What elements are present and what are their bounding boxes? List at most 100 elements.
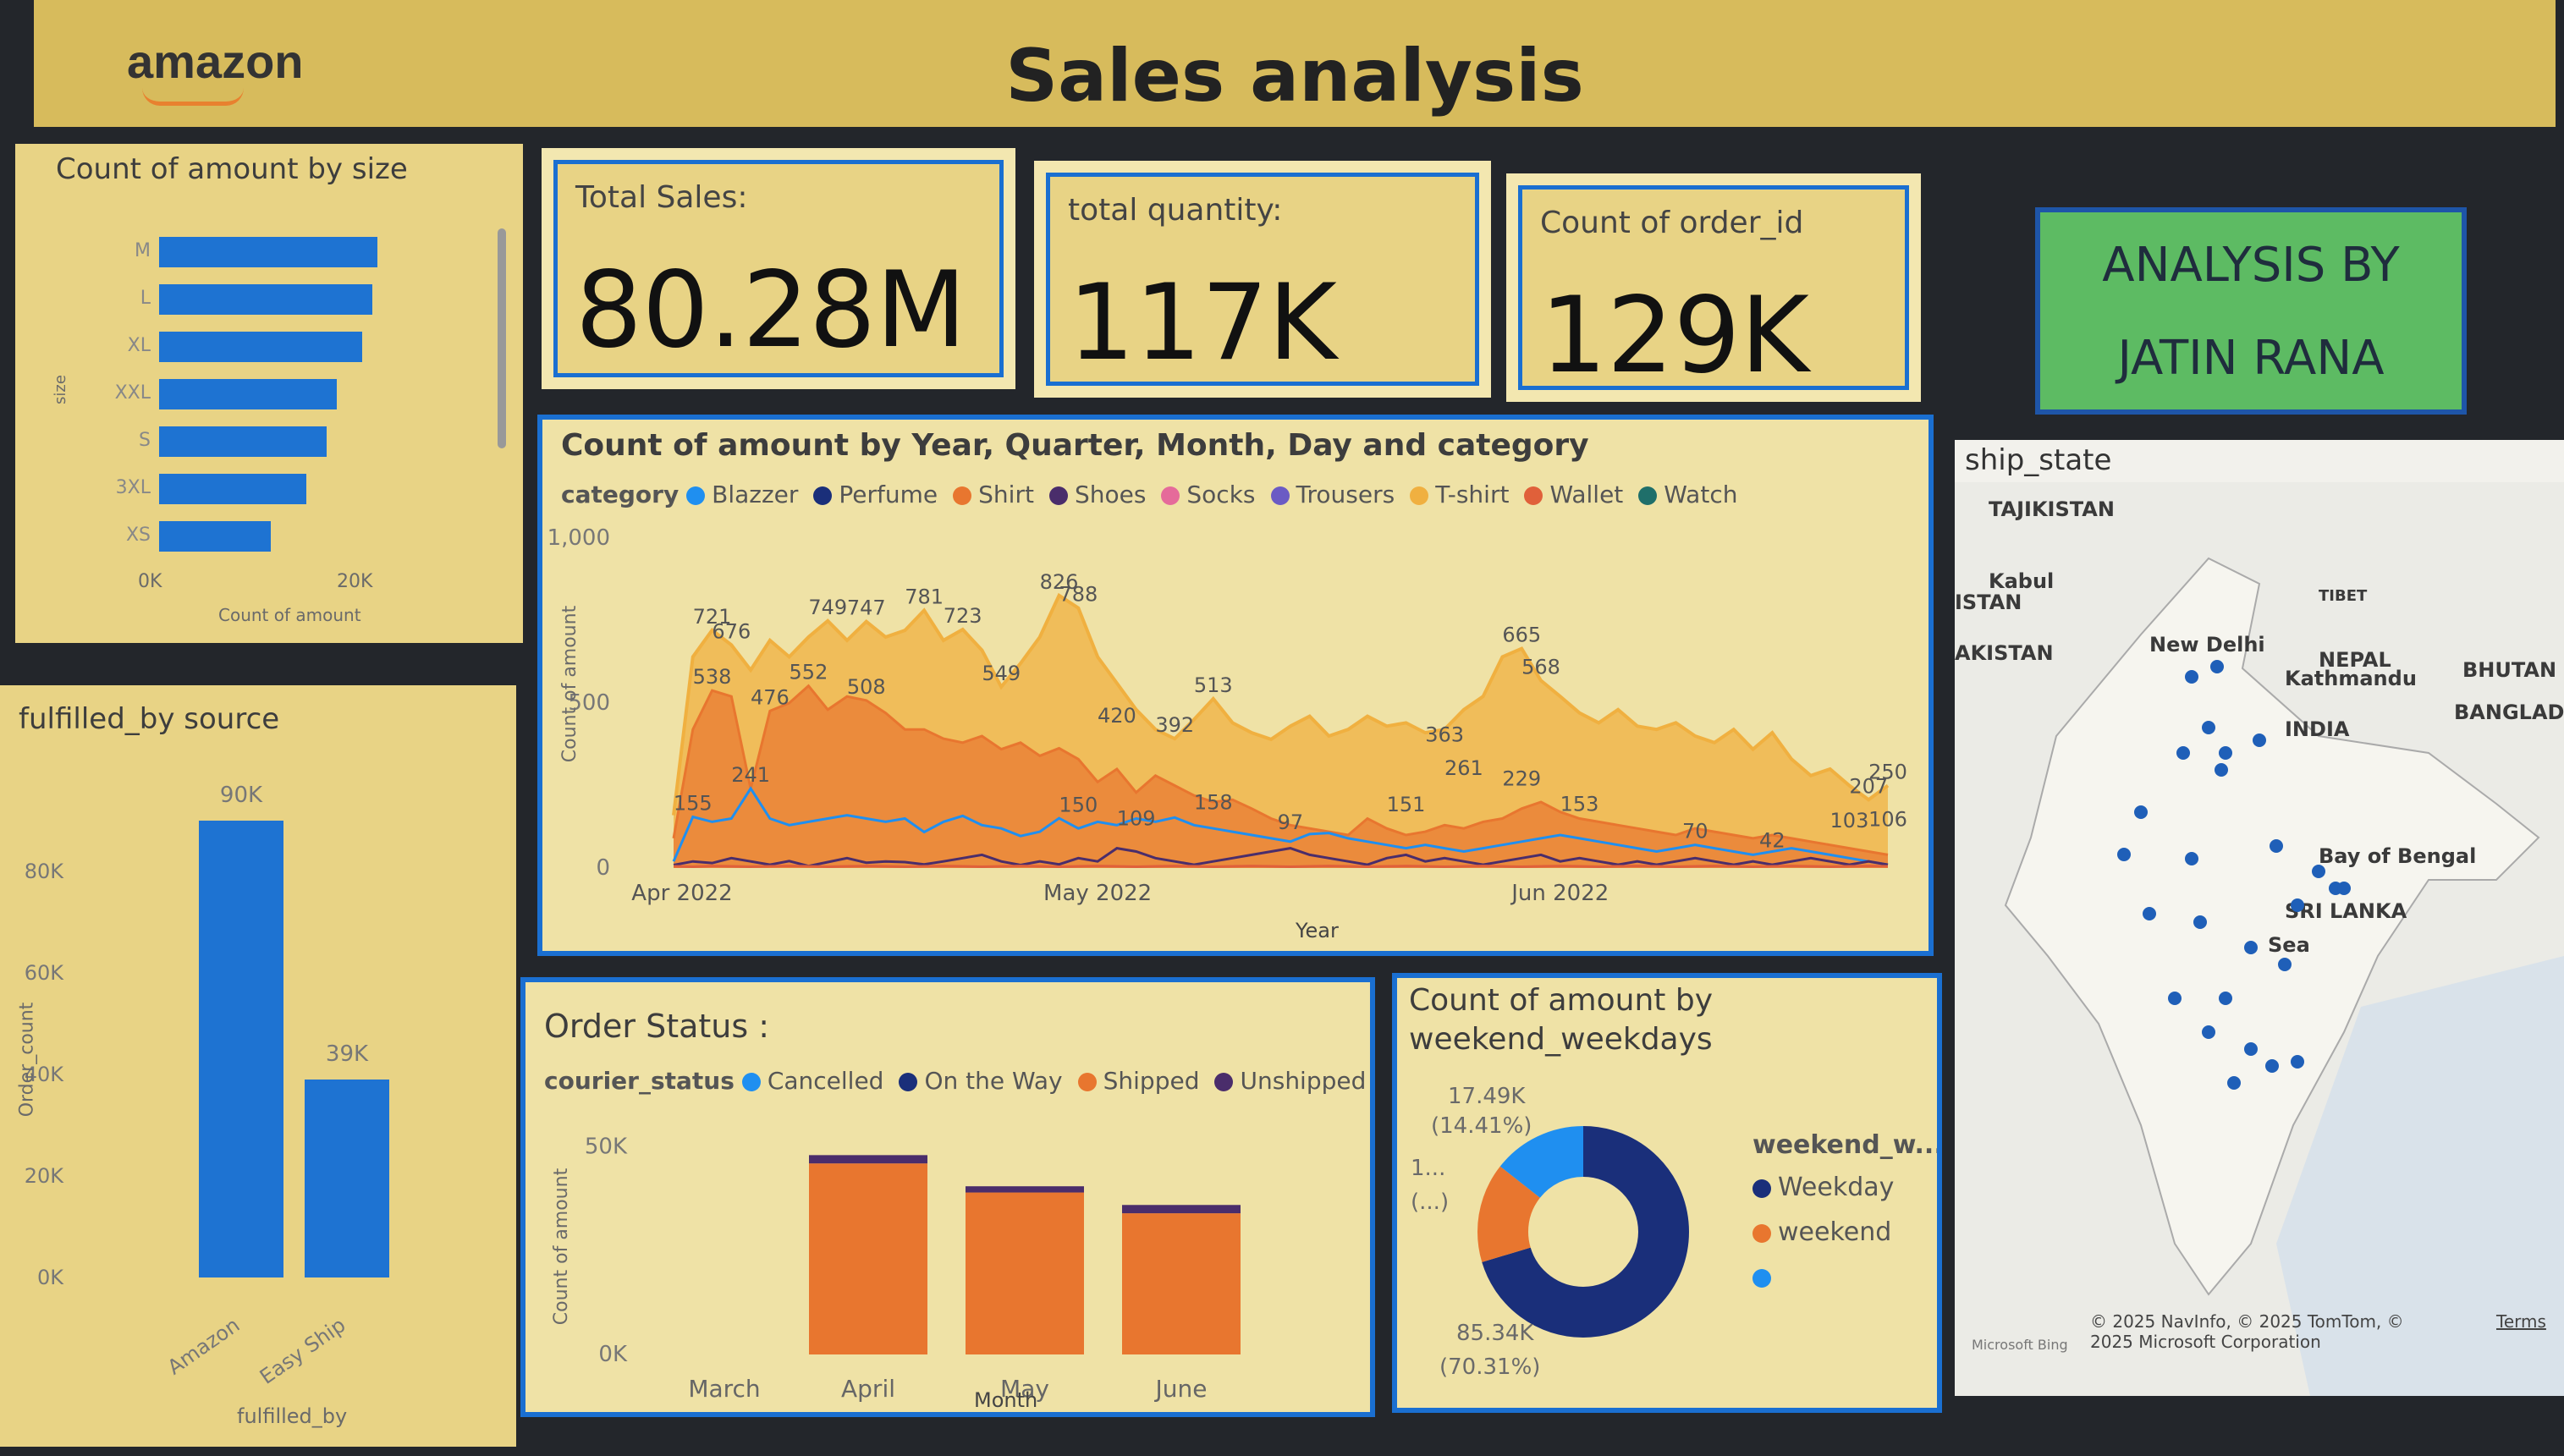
order-legend-item[interactable]: On the Way — [899, 1067, 1063, 1095]
trend-data-label: 568 — [1521, 655, 1560, 679]
weekend-legend-item[interactable] — [1752, 1262, 1894, 1292]
size-chart-title: Count of amount by size — [56, 152, 408, 186]
fulfilled-chart-panel[interactable]: fulfilled_by source 0K 20K 40K 60K 80K 90K Ama… — [0, 685, 516, 1447]
order-legend-item[interactable]: Unshipped — [1214, 1067, 1366, 1095]
map-dot — [2215, 763, 2228, 777]
kpi-order-count[interactable]: Count of order_id 129K — [1506, 173, 1921, 402]
map-label: Kathmandu — [2285, 667, 2417, 690]
map-title: ship_state — [1965, 443, 2112, 477]
trend-data-label: 781 — [905, 585, 944, 608]
weekend-legend-item[interactable]: Weekday — [1752, 1173, 1894, 1202]
trend-y-tick: 0 — [596, 855, 610, 881]
fulfilled-axis-y-label: Order_count — [16, 1002, 38, 1118]
map-dot — [2193, 915, 2207, 929]
map-terms-link[interactable]: Terms — [2496, 1311, 2546, 1332]
kpi-total-sales[interactable]: Total Sales: 80.28M — [542, 148, 1015, 389]
trend-data-label: 261 — [1444, 756, 1483, 780]
trend-data-label: 151 — [1387, 793, 1426, 816]
order-y-tick: 0K — [598, 1342, 628, 1367]
trend-data-label: 723 — [944, 604, 982, 628]
kpi-total-sales-value: 80.28M — [575, 250, 966, 371]
order-x-tick: June — [1154, 1375, 1208, 1403]
trend-data-label: 508 — [847, 675, 886, 699]
weekend-label-bottom-pct: (70.31%) — [1439, 1354, 1541, 1380]
trend-x-tick: Apr 2022 — [631, 881, 732, 906]
size-chart-panel[interactable]: Count of amount by size M L XL XXL S 3XL XS si… — [15, 144, 523, 643]
kpi-total-quantity[interactable]: total quantity: 117K — [1034, 161, 1491, 398]
size-axis-y-label: size — [51, 375, 69, 404]
weekend-label-mid-pct: (...) — [1411, 1190, 1450, 1215]
map-label: New Delhi — [2149, 633, 2265, 657]
size-category-label: XL — [127, 335, 151, 356]
india-map[interactable]: TAJIKISTAN KabulISTAN TIBET New Delhi AKISTA… — [1955, 482, 2564, 1396]
map-dot — [2176, 746, 2190, 760]
trend-data-label: 250 — [1868, 761, 1907, 784]
fulfilled-y-tick: 60K — [25, 961, 65, 985]
map-dot — [2219, 746, 2232, 760]
size-bar[interactable] — [159, 474, 306, 504]
trend-y-tick: 1,000 — [547, 525, 610, 551]
order-bar-unshipped — [809, 1155, 927, 1164]
map-dot — [2291, 1055, 2304, 1069]
size-category-label: XS — [125, 525, 151, 546]
trend-data-label: 476 — [751, 685, 790, 709]
size-bar[interactable] — [159, 379, 337, 409]
fulfilled-bar — [199, 821, 283, 1277]
fulfilled-x-tick: Amazon — [163, 1313, 245, 1380]
trend-data-label: 42 — [1759, 829, 1785, 853]
order-status-panel[interactable]: Order Status : courier_status Cancelled O… — [520, 977, 1375, 1417]
size-bar[interactable] — [159, 521, 271, 552]
trend-data-label: 665 — [1502, 624, 1541, 647]
map-label: INDIA — [2285, 717, 2350, 741]
map-label: Bay of Bengal — [2319, 844, 2476, 868]
trend-chart-panel[interactable]: Count of amount by Year, Quarter, Month,… — [537, 415, 1934, 956]
map-dot — [2312, 865, 2325, 878]
trend-data-label: 229 — [1502, 767, 1541, 791]
order-status-y-label: Count of amount — [551, 1168, 573, 1326]
map-dot — [2244, 941, 2258, 954]
weekend-legend-title: weekend_w... — [1752, 1130, 1942, 1160]
weekend-legend-item[interactable]: weekend — [1752, 1217, 1894, 1247]
trend-data-label: 103 — [1830, 809, 1869, 832]
map-label: BHUTAN — [2462, 658, 2556, 682]
map-label: TAJIKISTAN — [1989, 497, 2115, 521]
size-bar[interactable] — [159, 284, 372, 315]
size-category-label: XXL — [114, 382, 151, 404]
order-status-bar-chart: 0K50KMarch April May June — [585, 1135, 1241, 1403]
order-status-x-label: Month — [974, 1388, 1038, 1412]
map-label: ISTAN — [1955, 591, 2022, 614]
order-bar-shipped — [809, 1163, 927, 1354]
weekend-panel[interactable]: Count of amount by weekend_weekdays 17.4… — [1392, 973, 1942, 1413]
kpi-total-sales-label: Total Sales: — [575, 180, 748, 215]
trend-data-label: 363 — [1425, 723, 1464, 746]
fulfilled-axis-x-label: fulfilled_by — [237, 1404, 348, 1428]
map-panel[interactable]: ship_state TAJIKISTAN Kabul ISTAN TIBET New … — [1955, 440, 2564, 1396]
size-category-label: M — [135, 240, 151, 261]
map-dot — [2168, 992, 2182, 1005]
size-bar[interactable] — [159, 426, 327, 457]
order-x-tick: April — [841, 1375, 895, 1403]
size-bar[interactable] — [159, 237, 377, 267]
weekend-label-top-pct: (14.41%) — [1431, 1113, 1532, 1139]
map-label: AKISTAN — [1955, 641, 2054, 665]
size-scrollbar[interactable] — [498, 228, 506, 448]
map-label: TIBET — [2319, 587, 2368, 605]
trend-x-tick: May 2022 — [1043, 881, 1152, 906]
weekend-label-top: 17.49K — [1448, 1084, 1526, 1109]
order-legend-item[interactable]: Cancelled — [741, 1067, 883, 1095]
fulfilled-y-tick: 0K — [37, 1266, 64, 1289]
order-bar-shipped — [1122, 1213, 1241, 1354]
weekend-label-bottom: 85.34K — [1456, 1321, 1534, 1346]
map-label: Kabul — [1989, 569, 2054, 593]
trend-data-label: 549 — [982, 662, 1021, 685]
map-dot — [2134, 805, 2148, 819]
trend-data-label: 150 — [1059, 794, 1098, 817]
size-bar[interactable] — [159, 332, 362, 362]
order-bar-unshipped — [1122, 1205, 1241, 1214]
analysis-line-1: ANALYSIS BY — [2102, 238, 2400, 293]
trend-data-label: 749 — [808, 596, 847, 619]
order-legend-item[interactable]: Shipped — [1077, 1067, 1199, 1095]
analysis-card: ANALYSIS BY JATIN RANA — [2035, 207, 2467, 415]
size-category-label: 3XL — [115, 477, 151, 498]
order-bar-unshipped — [966, 1186, 1084, 1193]
